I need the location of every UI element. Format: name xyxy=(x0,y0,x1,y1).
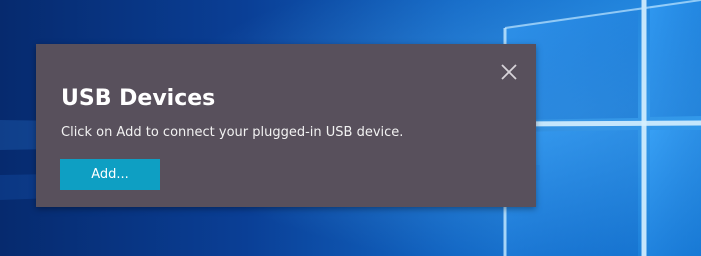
add-usb-device-button[interactable]: Add... xyxy=(60,159,160,190)
close-icon[interactable] xyxy=(499,62,519,82)
usb-devices-popup: USB Devices Click on Add to connect your… xyxy=(36,44,536,207)
popup-title: USB Devices xyxy=(61,86,216,111)
popup-message: Click on Add to connect your plugged-in … xyxy=(61,125,404,140)
